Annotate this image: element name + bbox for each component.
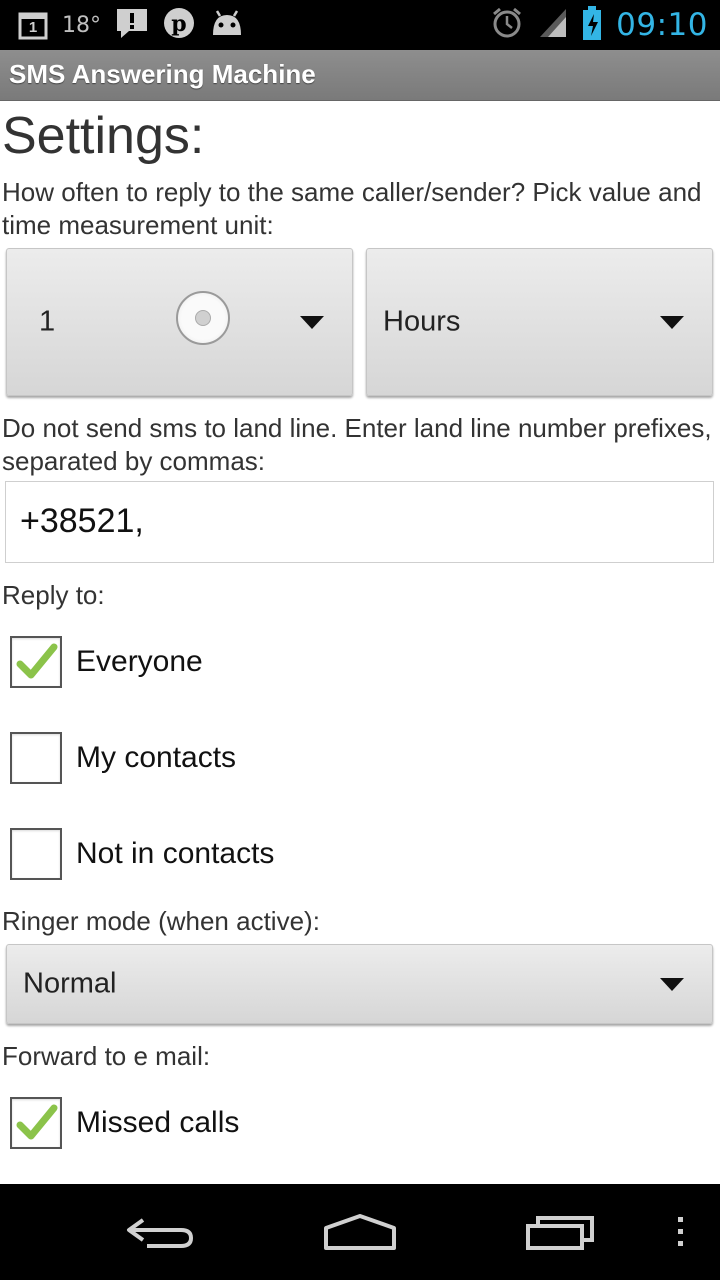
checkbox-label: Missed calls	[76, 1106, 240, 1139]
recent-apps-icon	[526, 1216, 594, 1250]
checkbox-box[interactable]	[10, 636, 62, 688]
reply-to-my-contacts-checkbox[interactable]: My contacts	[10, 728, 236, 788]
svg-text:p: p	[171, 11, 186, 37]
reply-value-spinner[interactable]: 1	[6, 248, 353, 396]
notification-alert-icon	[115, 7, 149, 44]
landline-label: Do not send sms to land line. Enter land…	[2, 413, 712, 476]
ringer-mode-text: Normal	[23, 967, 117, 1000]
clock-time: 09:10	[616, 7, 708, 43]
home-button[interactable]	[300, 1184, 420, 1280]
navigation-bar	[0, 1184, 720, 1280]
recent-apps-button[interactable]	[500, 1184, 620, 1280]
overflow-menu-icon	[678, 1217, 683, 1246]
status-bar-left: 1 18° p	[18, 7, 245, 44]
overflow-menu-button[interactable]	[660, 1184, 700, 1280]
forward-email-label: Forward to e mail:	[2, 1041, 211, 1071]
forward-missed-calls-checkbox[interactable]: Missed calls	[10, 1093, 239, 1153]
checkbox-box[interactable]	[10, 732, 62, 784]
ringer-mode-label: Ringer mode (when active):	[2, 906, 320, 936]
android-icon	[209, 9, 245, 42]
pinterest-icon: p	[163, 7, 195, 44]
weather-temperature: 18°	[62, 12, 101, 38]
reply-value-text: 1	[39, 305, 56, 338]
checkbox-label: Not in contacts	[76, 837, 275, 870]
chevron-down-icon	[300, 316, 324, 329]
landline-prefixes-input[interactable]	[20, 502, 700, 541]
back-arrow-icon	[127, 1218, 194, 1248]
signal-icon	[538, 7, 568, 44]
checkbox-box[interactable]	[10, 1097, 62, 1149]
home-icon	[324, 1214, 396, 1250]
status-bar-right: 09:10	[490, 5, 708, 45]
calendar-icon: 1	[18, 10, 48, 40]
app-title: SMS Answering Machine	[9, 59, 316, 89]
checkbox-box[interactable]	[10, 828, 62, 880]
reply-to-not-in-contacts-checkbox[interactable]: Not in contacts	[10, 824, 274, 884]
reply-to-label: Reply to:	[2, 580, 105, 610]
page-title: Settings:	[2, 107, 205, 165]
checkbox-label: Everyone	[76, 645, 203, 678]
alarm-icon	[490, 6, 524, 45]
checkbox-label: My contacts	[76, 741, 237, 774]
reply-unit-spinner[interactable]: Hours	[366, 248, 713, 396]
checkmark-icon	[16, 643, 58, 679]
touch-indicator-icon	[176, 291, 230, 345]
chevron-down-icon	[660, 978, 684, 991]
reply-unit-text: Hours	[383, 305, 461, 338]
action-bar: SMS Answering Machine	[0, 50, 720, 101]
battery-charging-icon	[582, 5, 602, 45]
landline-prefixes-field[interactable]	[5, 481, 714, 563]
status-bar: 1 18° p 09:10	[0, 0, 720, 50]
reply-to-everyone-checkbox[interactable]: Everyone	[10, 632, 203, 692]
reply-frequency-label: How often to reply to the same caller/se…	[2, 177, 702, 240]
calendar-day: 1	[28, 19, 38, 36]
chevron-down-icon	[660, 316, 684, 329]
back-button[interactable]	[100, 1184, 220, 1280]
ringer-mode-spinner[interactable]: Normal	[6, 944, 713, 1024]
checkmark-icon	[16, 1104, 58, 1140]
